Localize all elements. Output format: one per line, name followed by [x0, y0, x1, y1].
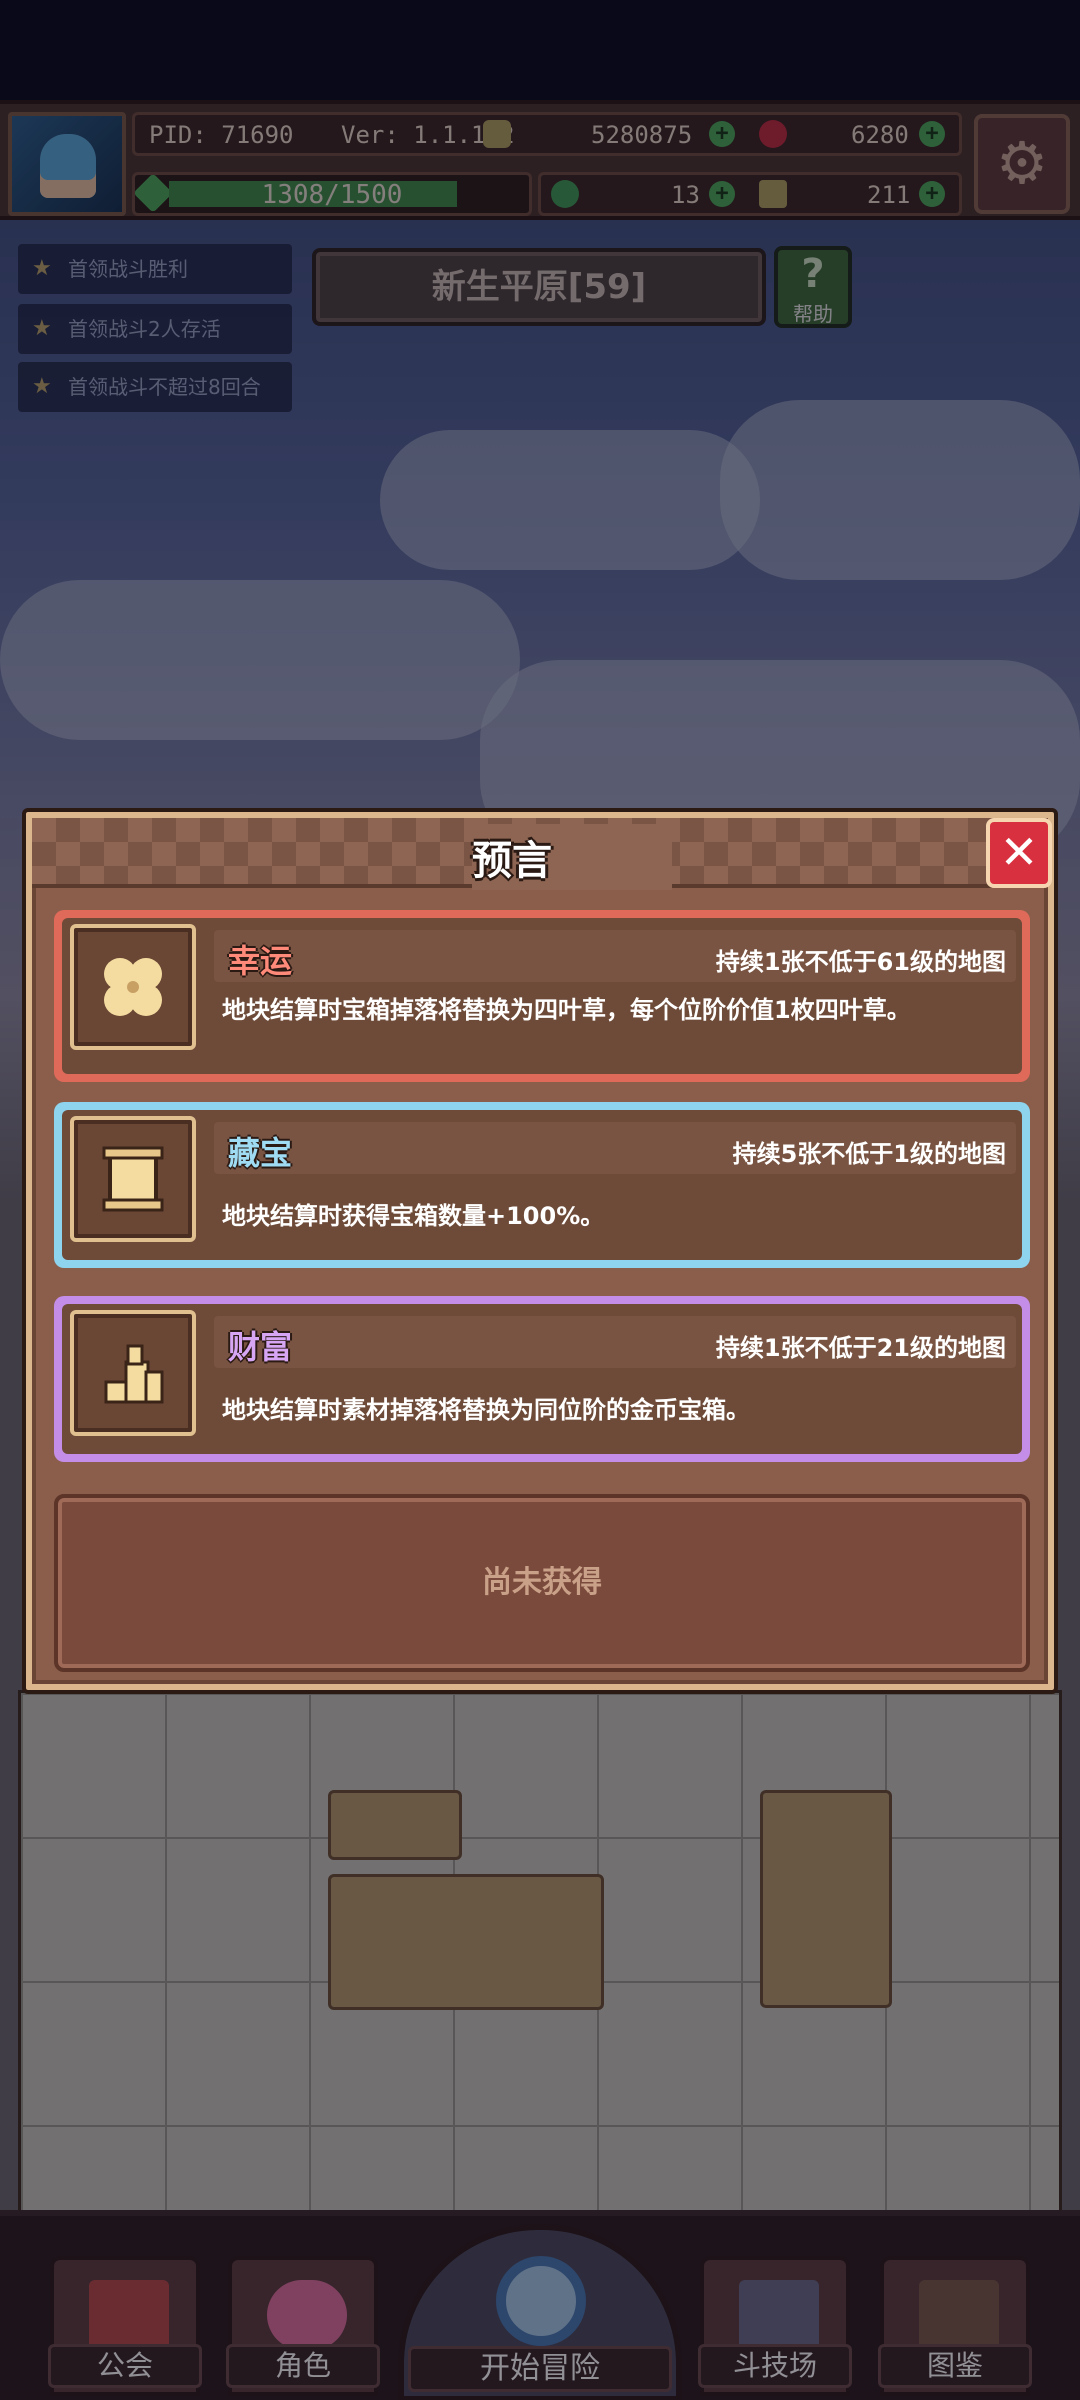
card-name: 幸运: [228, 942, 293, 980]
not-obtained-slot: 尚未获得: [54, 1494, 1030, 1672]
card-name: 财富: [228, 1328, 293, 1366]
card-description: 地块结算时宝箱掉落将替换为四叶草，每个位阶价值1枚四叶草。: [222, 996, 911, 1024]
clover-icon: [104, 958, 162, 1016]
close-button[interactable]: ✕: [986, 818, 1052, 888]
card-name: 藏宝: [228, 1134, 293, 1172]
card-description: 地块结算时素材掉落将替换为同位阶的金币宝箱。: [222, 1396, 750, 1424]
prophecy-card-treasure[interactable]: 藏宝 持续5张不低于1级的地图 地块结算时获得宝箱数量+100%。: [54, 1102, 1030, 1268]
modal-header: 预言: [32, 818, 992, 890]
modal-title: 预言: [472, 838, 552, 884]
scroll-icon: [102, 1146, 164, 1212]
card-duration: 持续5张不低于1级的地图: [732, 1140, 1006, 1168]
prophecy-card-wealth[interactable]: 财富 持续1张不低于21级的地图 地块结算时素材掉落将替换为同位阶的金币宝箱。: [54, 1296, 1030, 1462]
card-duration: 持续1张不低于21级的地图: [715, 1334, 1006, 1362]
card-description: 地块结算时获得宝箱数量+100%。: [222, 1202, 605, 1230]
close-icon: ✕: [999, 825, 1039, 879]
prophecy-modal: 预言 ✕ 幸运 持续1张不低于61级的地图 地块结算时宝箱掉落将替换为四叶草，每…: [22, 808, 1058, 1694]
card-duration: 持续1张不低于61级的地图: [715, 948, 1006, 976]
coin-stack-icon: [104, 1344, 164, 1404]
prophecy-card-luck[interactable]: 幸运 持续1张不低于61级的地图 地块结算时宝箱掉落将替换为四叶草，每个位阶价值…: [54, 910, 1030, 1082]
